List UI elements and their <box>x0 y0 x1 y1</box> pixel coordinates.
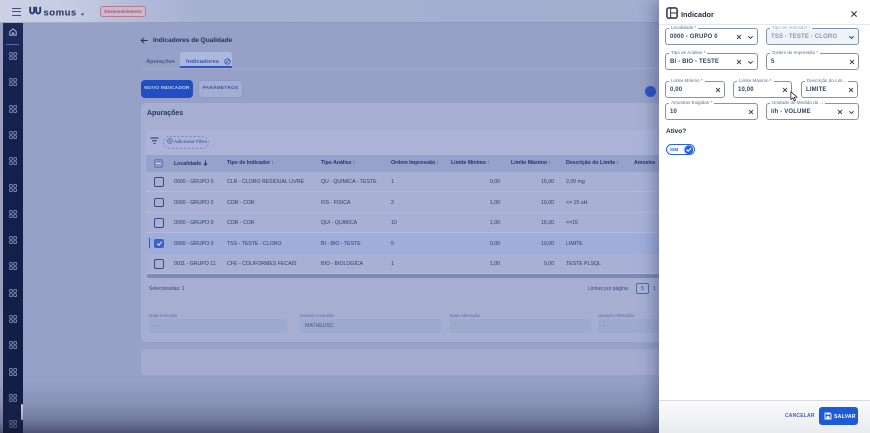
svg-text:somus: somus <box>44 8 77 19</box>
